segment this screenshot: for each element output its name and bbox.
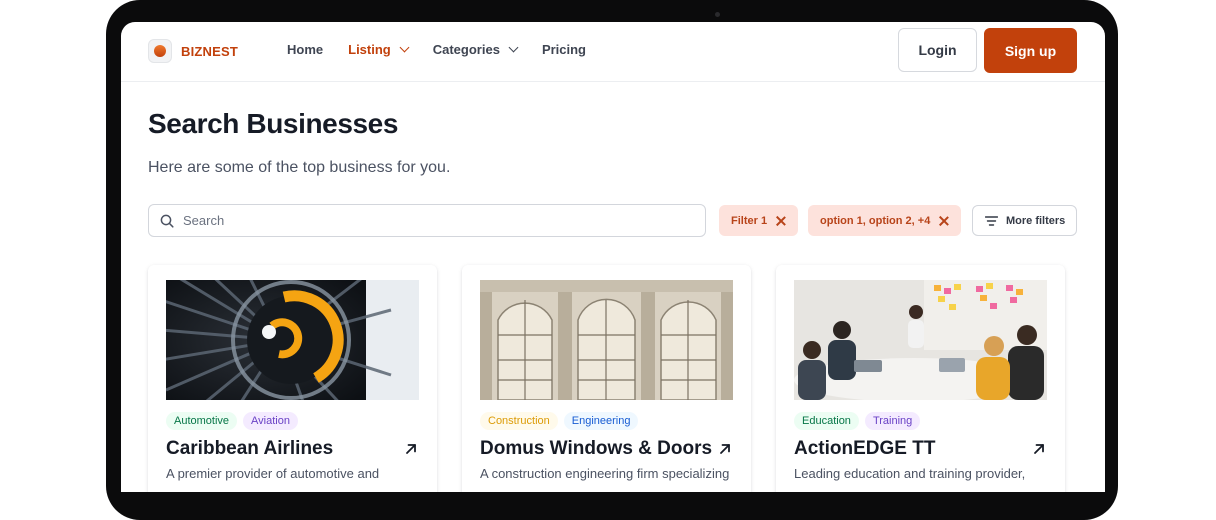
app-screen: BIZNEST Home Listing Categories Pricing … [121,22,1105,492]
logo-icon [148,39,172,63]
brand-logo[interactable]: BIZNEST [148,39,238,63]
more-filters-button[interactable]: More filters [972,205,1077,236]
brand-name: BIZNEST [181,43,239,59]
page-title: Search Businesses [148,108,399,139]
nav-item-pricing[interactable]: Pricing [542,42,586,57]
jet-engine-image [166,280,419,400]
login-button[interactable]: Login [898,28,977,72]
nav-item-label: Home [287,42,324,57]
meeting-room-image [794,280,1047,400]
card-description: A construction engineering firm speciali… [480,466,730,481]
card-title[interactable]: ActionEDGE TT [794,438,935,460]
tag-badge[interactable]: Automotive [166,412,238,430]
tag-list: Construction Engineering [480,412,644,430]
search-icon [160,214,174,228]
arrow-up-right-icon[interactable] [719,442,731,460]
tag-badge[interactable]: Training [864,412,921,430]
tag-badge[interactable]: Engineering [563,412,639,430]
business-card[interactable]: Education Training ActionEDGE TT Leading… [776,265,1065,492]
filter-chip-label: Filter 1 [731,214,768,227]
card-description: A premier provider of automotive and [166,466,380,481]
filter-chip-2[interactable]: option 1, option 2, +4 [808,205,962,236]
filter-chip-1[interactable]: Filter 1 [719,205,799,236]
filter-lines-icon [985,215,998,226]
search-box[interactable] [148,204,706,237]
arrow-up-right-icon[interactable] [1033,442,1045,460]
business-card[interactable]: Construction Engineering Domus Windows &… [462,265,751,492]
nav-item-label: Listing [348,42,391,57]
signup-button[interactable]: Sign up [984,28,1077,73]
arrow-up-right-icon[interactable] [405,442,417,460]
building-windows-image [480,280,733,400]
chevron-down-icon [508,42,519,53]
tag-list: Automotive Aviation [166,412,304,430]
camera-dot [715,12,720,17]
nav-item-home[interactable]: Home [287,42,323,57]
tag-badge[interactable]: Education [794,412,859,430]
tag-list: Education Training [794,412,926,430]
close-icon[interactable] [939,216,949,226]
nav-item-label: Pricing [541,42,587,57]
card-title[interactable]: Caribbean Airlines [166,438,333,460]
card-description: Leading education and training provider, [794,466,1026,481]
nav-item-listing[interactable]: Listing [348,42,410,57]
more-filters-label: More filters [1006,214,1066,227]
chevron-down-icon [399,42,410,53]
page-subtitle: Here are some of the top business for yo… [148,159,451,176]
nav-links: Home Listing Categories Pricing [287,42,611,57]
card-title[interactable]: Domus Windows & Doors [480,438,712,460]
tag-badge[interactable]: Aviation [243,412,298,430]
filter-chip-label: option 1, option 2, +4 [820,214,931,227]
business-card[interactable]: Automotive Aviation Caribbean Airlines A… [148,265,437,492]
tag-badge[interactable]: Construction [480,412,558,430]
top-navbar: BIZNEST Home Listing Categories Pricing … [121,22,1105,82]
search-input[interactable] [181,212,685,229]
nav-item-categories[interactable]: Categories [432,42,519,57]
nav-item-label: Categories [432,42,500,57]
close-icon[interactable] [776,216,786,226]
